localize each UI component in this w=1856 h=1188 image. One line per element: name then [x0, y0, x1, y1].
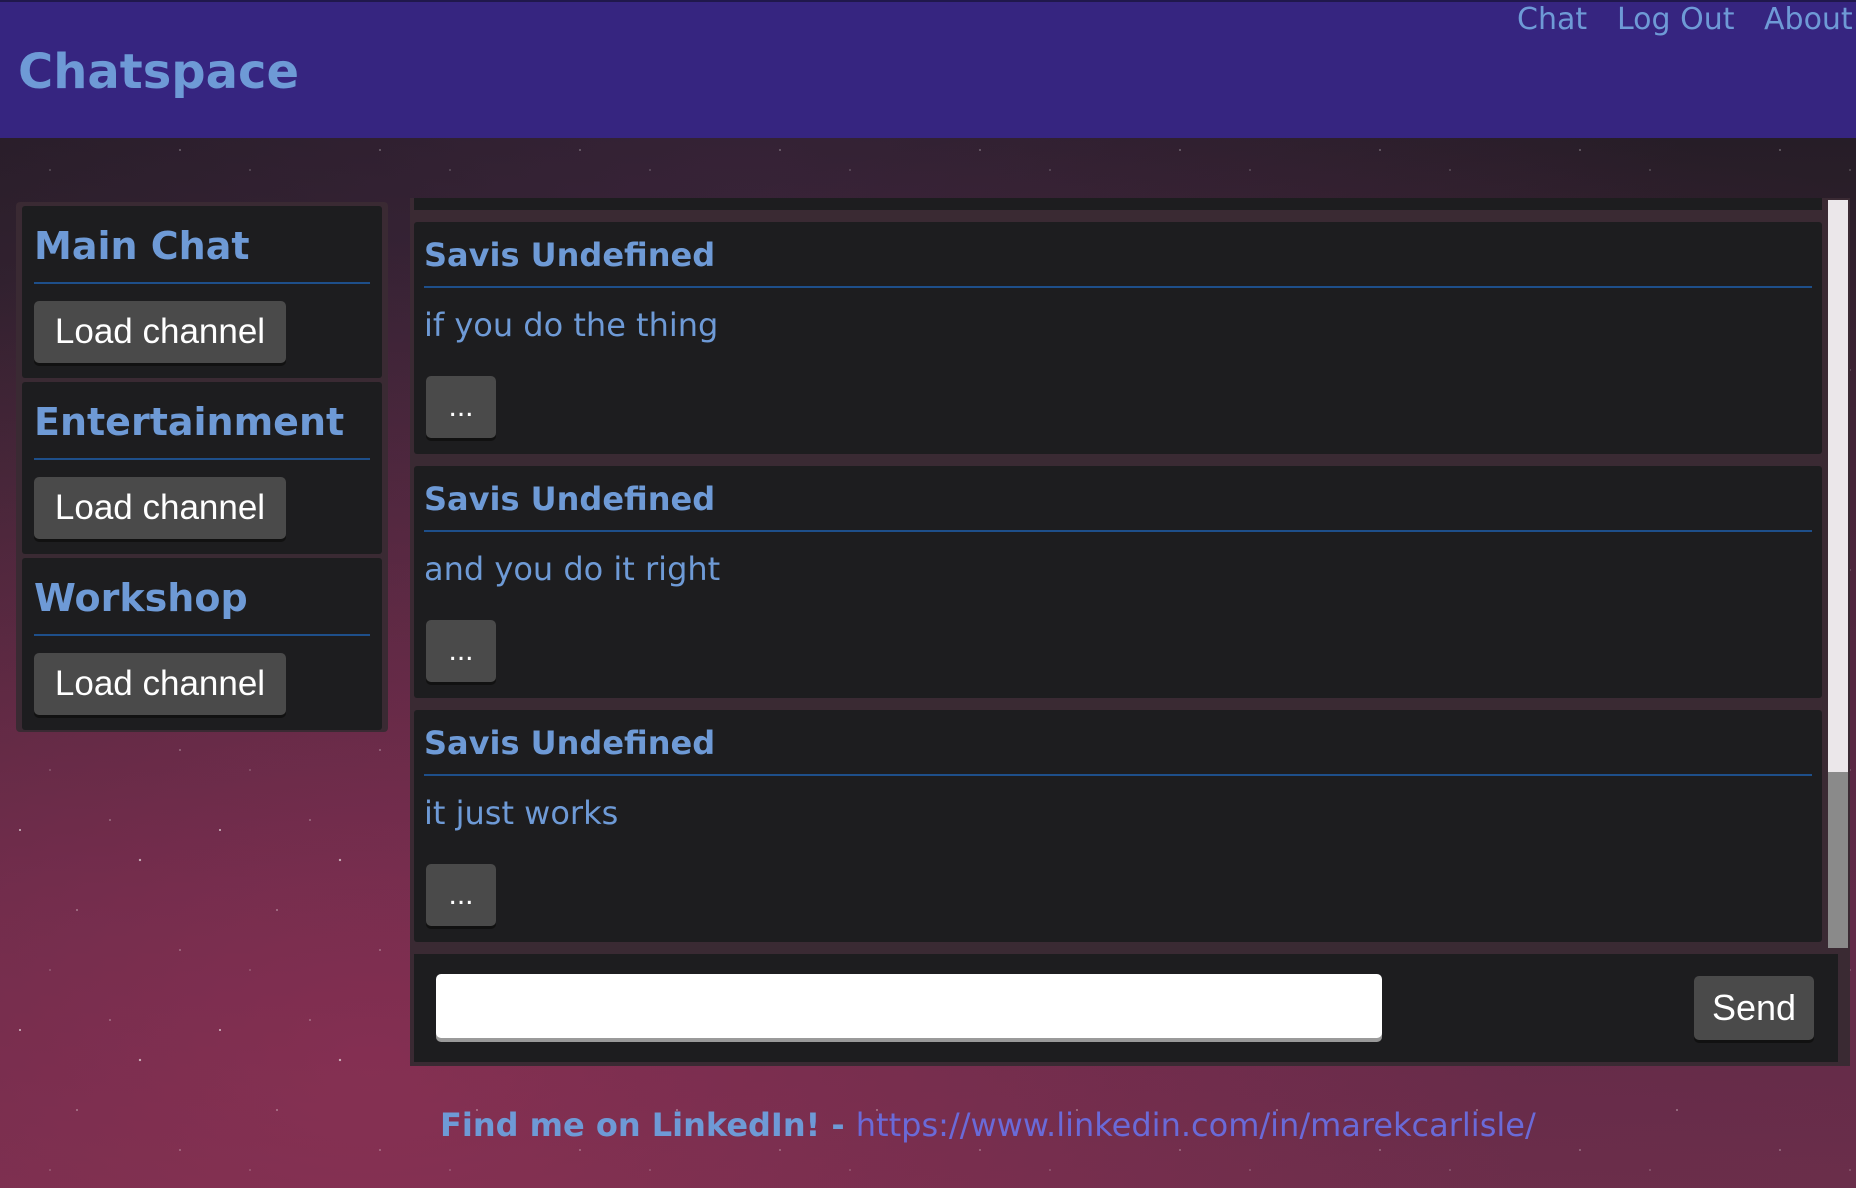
nav-chat-link[interactable]: Chat: [1517, 2, 1587, 37]
message-options-button[interactable]: ...: [426, 620, 496, 682]
nav-logout-link[interactable]: Log Out: [1617, 2, 1735, 37]
page-footer: Find me on LinkedIn! - https://www.linke…: [440, 1106, 1536, 1144]
message-item: Savis Undefined it just works ...: [414, 710, 1822, 942]
brand-logo[interactable]: Chatspace: [18, 44, 299, 100]
send-button[interactable]: Send: [1694, 976, 1814, 1040]
load-channel-button[interactable]: Load channel: [34, 477, 286, 539]
message-author: Savis Undefined: [424, 724, 716, 762]
message-composer: Send: [414, 954, 1838, 1062]
nav-about-link[interactable]: About: [1764, 2, 1853, 37]
channel-name: Main Chat: [34, 224, 250, 268]
previous-message-edge: [414, 198, 1822, 210]
scrollbar-thumb[interactable]: [1828, 772, 1848, 948]
message-divider: [424, 530, 1812, 532]
message-scrollbar[interactable]: [1828, 200, 1848, 948]
channel-card-entertainment: Entertainment Load channel: [22, 382, 382, 554]
message-text: if you do the thing: [424, 306, 719, 344]
load-channel-button[interactable]: Load channel: [34, 653, 286, 715]
message-panel: Savis Undefined if you do the thing ... …: [410, 198, 1850, 950]
footer-label: Find me on LinkedIn! -: [440, 1106, 856, 1144]
message-divider: [424, 774, 1812, 776]
channel-divider: [34, 458, 370, 460]
channel-name: Entertainment: [34, 400, 345, 444]
message-options-button[interactable]: ...: [426, 864, 496, 926]
channel-sidebar: Main Chat Load channel Entertainment Loa…: [16, 202, 388, 732]
message-list[interactable]: Savis Undefined if you do the thing ... …: [410, 198, 1830, 950]
channel-name: Workshop: [34, 576, 248, 620]
message-options-button[interactable]: ...: [426, 376, 496, 438]
message-item: Savis Undefined and you do it right ...: [414, 466, 1822, 698]
message-input[interactable]: [436, 974, 1382, 1038]
message-text: and you do it right: [424, 550, 721, 588]
message-text: it just works: [424, 794, 619, 832]
top-navbar: Chatspace Chat Log Out About: [0, 0, 1856, 138]
channel-divider: [34, 282, 370, 284]
message-item: Savis Undefined if you do the thing ...: [414, 222, 1822, 454]
message-divider: [424, 286, 1812, 288]
channel-divider: [34, 634, 370, 636]
message-author: Savis Undefined: [424, 236, 716, 274]
channel-card-main-chat: Main Chat Load channel: [22, 206, 382, 378]
message-author: Savis Undefined: [424, 480, 716, 518]
linkedin-link[interactable]: https://www.linkedin.com/in/marekcarlisl…: [856, 1106, 1536, 1144]
channel-card-workshop: Workshop Load channel: [22, 558, 382, 730]
load-channel-button[interactable]: Load channel: [34, 301, 286, 363]
